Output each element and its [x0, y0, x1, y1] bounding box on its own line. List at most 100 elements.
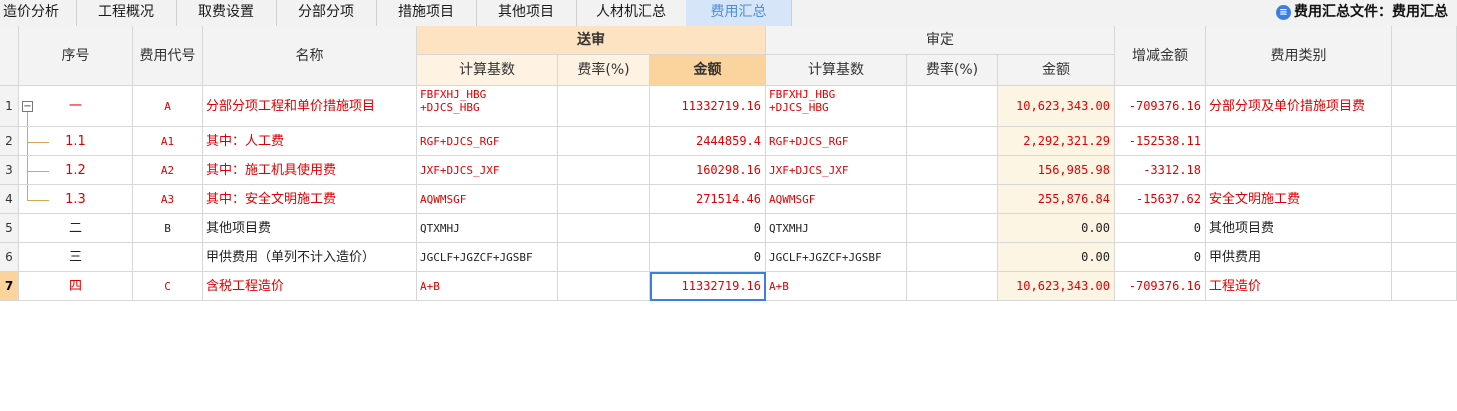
diff-amount-cell[interactable]: -152538.11: [1115, 127, 1206, 156]
review-calc-base-cell[interactable]: RGF+DJCS_RGF: [766, 127, 907, 156]
code-cell[interactable]: C: [133, 272, 203, 301]
code-cell[interactable]: A2: [133, 156, 203, 185]
seq-cell[interactable]: 1.1: [19, 127, 133, 156]
diff-amount-cell[interactable]: 0: [1115, 214, 1206, 243]
header-seq[interactable]: 序号: [19, 26, 133, 86]
header-code[interactable]: 费用代号: [133, 26, 203, 86]
row-number[interactable]: 7: [0, 272, 19, 301]
seq-cell[interactable]: 二: [19, 214, 133, 243]
review-amount-cell[interactable]: 156,985.98: [998, 156, 1115, 185]
review-calc-base-cell[interactable]: A+B: [766, 272, 907, 301]
review-rate-cell[interactable]: [907, 243, 998, 272]
code-cell[interactable]: A1: [133, 127, 203, 156]
row-number[interactable]: 5: [0, 214, 19, 243]
sent-amount-cell[interactable]: 11332719.16: [650, 86, 766, 127]
seq-cell[interactable]: 1.3: [19, 185, 133, 214]
name-cell[interactable]: 其中：施工机具使用费: [203, 156, 417, 185]
seq-cell[interactable]: 四: [19, 272, 133, 301]
code-cell[interactable]: A3: [133, 185, 203, 214]
name-cell[interactable]: 其中：安全文明施工费: [203, 185, 417, 214]
diff-amount-cell[interactable]: -709376.16: [1115, 86, 1206, 127]
header-review-rate[interactable]: 费率(%): [907, 55, 998, 86]
name-cell[interactable]: 分部分项工程和单价措施项目: [203, 86, 417, 127]
review-amount-cell[interactable]: 255,876.84: [998, 185, 1115, 214]
review-rate-cell[interactable]: [907, 156, 998, 185]
sent-rate-cell[interactable]: [558, 185, 650, 214]
header-sent-calc-base[interactable]: 计算基数: [417, 55, 558, 86]
category-cell[interactable]: 安全文明施工费: [1206, 185, 1392, 214]
category-cell[interactable]: 其他项目费: [1206, 214, 1392, 243]
header-review-calc-base[interactable]: 计算基数: [766, 55, 907, 86]
review-amount-cell[interactable]: 2,292,321.29: [998, 127, 1115, 156]
review-rate-cell[interactable]: [907, 86, 998, 127]
seq-cell[interactable]: 一 −: [19, 86, 133, 127]
sent-amount-cell[interactable]: 0: [650, 243, 766, 272]
code-cell[interactable]: [133, 243, 203, 272]
header-review-amount[interactable]: 金额: [998, 55, 1115, 86]
sent-amount-cell[interactable]: 160298.16: [650, 156, 766, 185]
category-cell[interactable]: 分部分项及单价措施项目费: [1206, 86, 1392, 127]
review-amount-cell[interactable]: 0.00: [998, 243, 1115, 272]
review-rate-cell[interactable]: [907, 214, 998, 243]
review-rate-cell[interactable]: [907, 185, 998, 214]
sent-calc-base-cell[interactable]: A+B: [417, 272, 558, 301]
row-number[interactable]: 3: [0, 156, 19, 185]
sent-amount-cell[interactable]: 2444859.4: [650, 127, 766, 156]
name-cell[interactable]: 其中：人工费: [203, 127, 417, 156]
category-cell[interactable]: 甲供费用: [1206, 243, 1392, 272]
category-cell[interactable]: [1206, 127, 1392, 156]
sent-rate-cell[interactable]: [558, 243, 650, 272]
header-name[interactable]: 名称: [203, 26, 417, 86]
name-cell[interactable]: 含税工程造价: [203, 272, 417, 301]
review-calc-base-cell[interactable]: JGCLF+JGZCF+JGSBF: [766, 243, 907, 272]
tab-sub-items[interactable]: 分部分项: [276, 0, 377, 26]
category-cell[interactable]: [1206, 156, 1392, 185]
sent-calc-base-cell[interactable]: QTXMHJ: [417, 214, 558, 243]
sent-calc-base-cell[interactable]: FBFXHJ_HBG +DJCS_HBG: [417, 86, 558, 127]
sent-rate-cell[interactable]: [558, 86, 650, 127]
name-cell[interactable]: 甲供费用（单列不计入造价）: [203, 243, 417, 272]
sent-rate-cell[interactable]: [558, 156, 650, 185]
row-number[interactable]: 2: [0, 127, 19, 156]
review-amount-cell[interactable]: 0.00: [998, 214, 1115, 243]
tab-other-items[interactable]: 其他项目: [476, 0, 577, 26]
category-cell[interactable]: 工程造价: [1206, 272, 1392, 301]
review-calc-base-cell[interactable]: FBFXHJ_HBG +DJCS_HBG: [766, 86, 907, 127]
review-rate-cell[interactable]: [907, 272, 998, 301]
tab-cost-analysis[interactable]: 造价分析: [0, 0, 77, 26]
cost-summary-file-info[interactable]: ≡ 费用汇总文件：费用汇总: [1276, 0, 1448, 26]
row-number[interactable]: 4: [0, 185, 19, 214]
code-cell[interactable]: A: [133, 86, 203, 127]
seq-cell[interactable]: 1.2: [19, 156, 133, 185]
tab-labor-material-summary[interactable]: 人材机汇总: [576, 0, 687, 26]
review-calc-base-cell[interactable]: AQWMSGF: [766, 185, 907, 214]
sent-calc-base-cell[interactable]: JXF+DJCS_JXF: [417, 156, 558, 185]
review-amount-cell[interactable]: 10,623,343.00: [998, 272, 1115, 301]
review-amount-cell[interactable]: 10,623,343.00: [998, 86, 1115, 127]
review-calc-base-cell[interactable]: QTXMHJ: [766, 214, 907, 243]
header-diff[interactable]: 增减金额: [1115, 26, 1206, 86]
sent-rate-cell[interactable]: [558, 127, 650, 156]
sent-calc-base-cell[interactable]: JGCLF+JGZCF+JGSBF: [417, 243, 558, 272]
sent-rate-cell[interactable]: [558, 214, 650, 243]
sent-calc-base-cell[interactable]: AQWMSGF: [417, 185, 558, 214]
tab-fee-settings[interactable]: 取费设置: [176, 0, 277, 26]
sent-calc-base-cell[interactable]: RGF+DJCS_RGF: [417, 127, 558, 156]
header-sent-amount[interactable]: 金额: [650, 55, 766, 86]
header-sent-rate[interactable]: 费率(%): [558, 55, 650, 86]
sent-amount-cell[interactable]: 271514.46: [650, 185, 766, 214]
code-cell[interactable]: B: [133, 214, 203, 243]
tab-cost-summary[interactable]: 费用汇总: [686, 0, 792, 26]
diff-amount-cell[interactable]: 0: [1115, 243, 1206, 272]
name-cell[interactable]: 其他项目费: [203, 214, 417, 243]
sent-rate-cell[interactable]: [558, 272, 650, 301]
review-calc-base-cell[interactable]: JXF+DJCS_JXF: [766, 156, 907, 185]
seq-cell[interactable]: 三: [19, 243, 133, 272]
row-number[interactable]: 1: [0, 86, 19, 127]
tab-measures[interactable]: 措施项目: [376, 0, 477, 26]
sent-amount-cell[interactable]: 0: [650, 214, 766, 243]
diff-amount-cell[interactable]: -709376.16: [1115, 272, 1206, 301]
sent-amount-cell[interactable]: 11332719.16: [650, 272, 766, 301]
diff-amount-cell[interactable]: -3312.18: [1115, 156, 1206, 185]
tab-project-overview[interactable]: 工程概况: [76, 0, 177, 26]
